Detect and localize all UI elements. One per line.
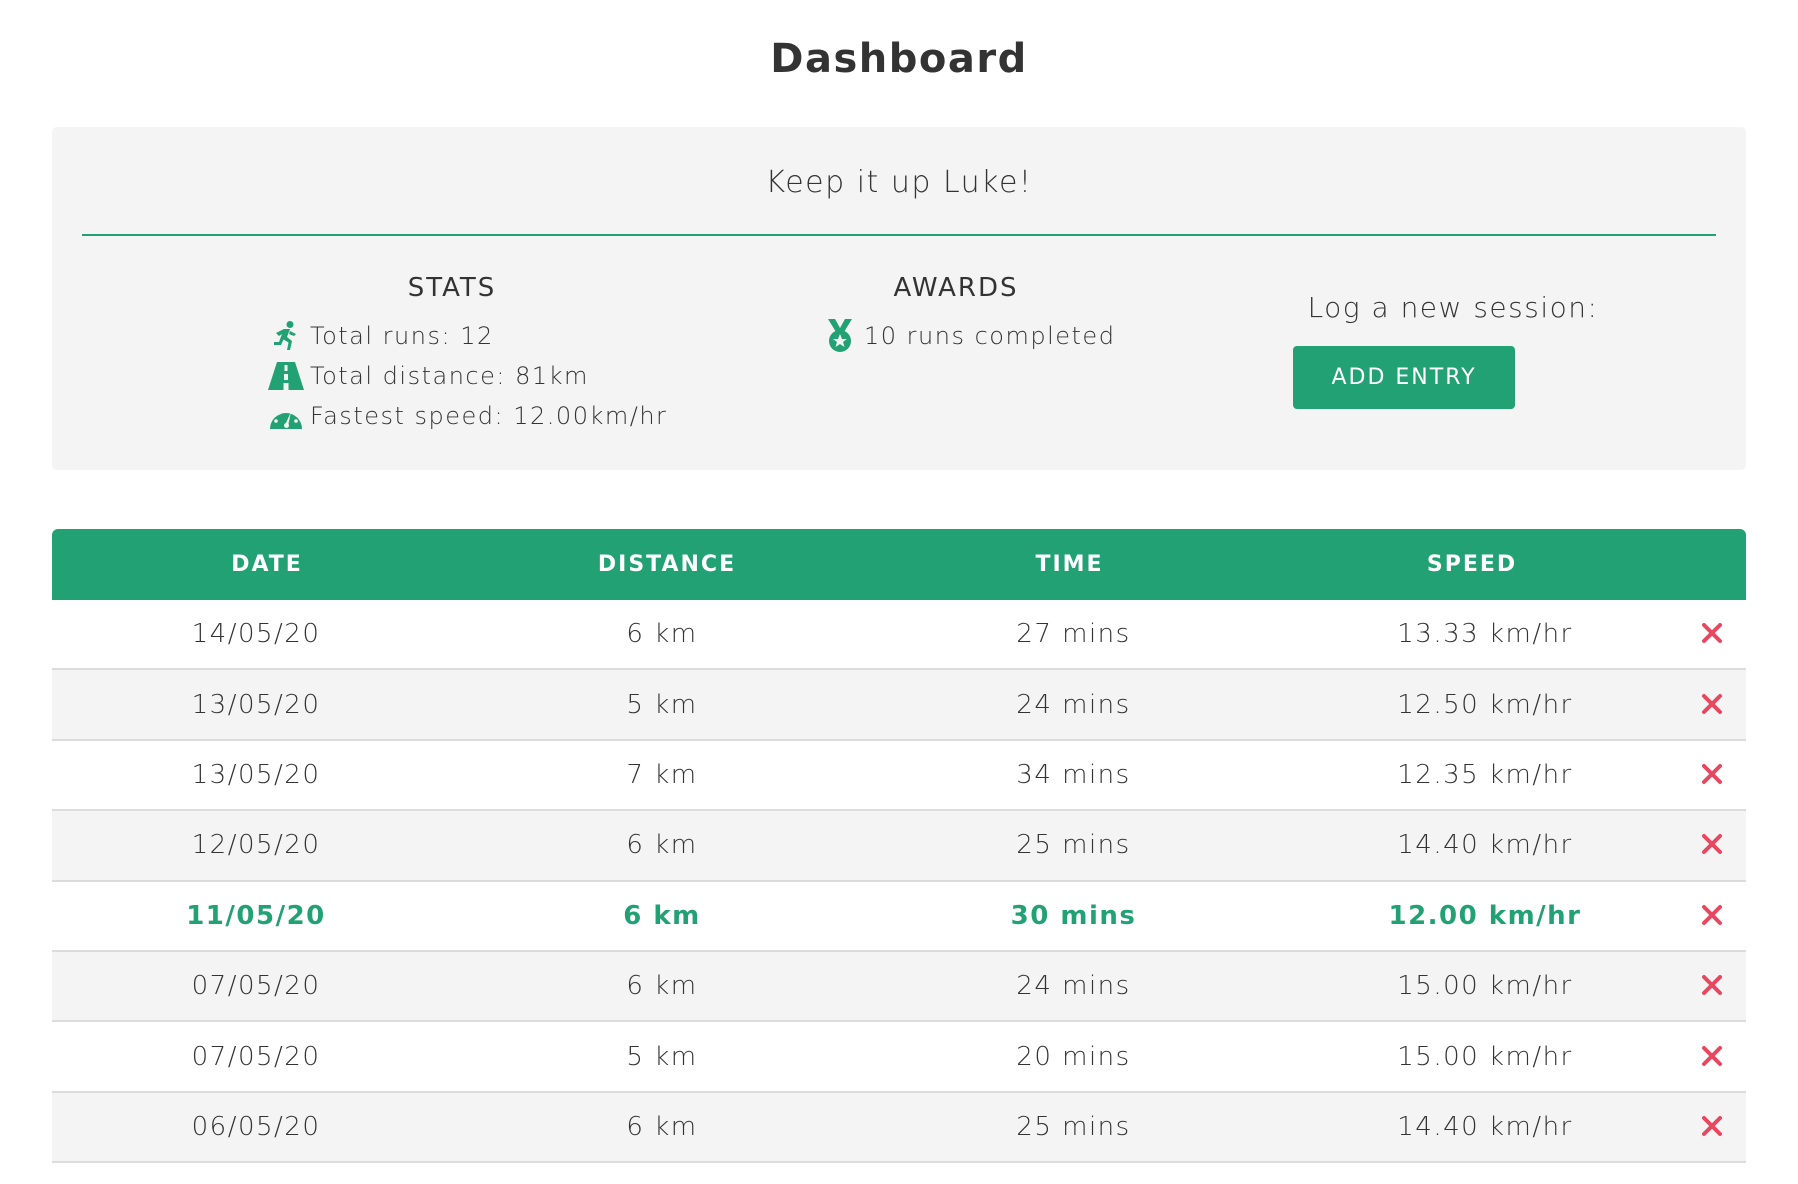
close-icon[interactable] (1696, 758, 1728, 790)
table-row: 07/05/20 6 km 24 mins 15.00 km/hr (52, 951, 1746, 1023)
stats-heading: STATS (407, 273, 497, 303)
delete-cell (1657, 899, 1746, 933)
table-row: 13/05/20 7 km 34 mins 12.35 km/hr (52, 740, 1746, 812)
delete-cell (1657, 1110, 1746, 1144)
cell-speed: 15.00 km/hr (1397, 971, 1573, 1002)
column-header-distance[interactable]: DISTANCE (482, 552, 852, 577)
cell-distance: 6 km (626, 830, 698, 861)
column-header-time[interactable]: TIME (852, 552, 1287, 577)
stat-total-distance-text: Total distance: 81km (310, 362, 589, 390)
close-icon[interactable] (1696, 617, 1728, 649)
table-body: 14/05/20 6 km 27 mins 13.33 km/hr 13/05/20 5 … (52, 600, 1746, 1164)
close-icon[interactable] (1696, 969, 1728, 1001)
delete-cell (1657, 1040, 1746, 1074)
stat-fastest-speed-text: Fastest speed: 12.00km/hr (310, 402, 668, 430)
medal-icon (822, 319, 858, 352)
stat-total-runs-text: Total runs: 12 (310, 322, 494, 350)
cell-speed: 13.33 km/hr (1397, 619, 1573, 650)
cell-speed: 12.00 km/hr (1388, 900, 1582, 931)
cell-date: 07/05/20 (191, 971, 321, 1002)
cell-speed: 15.00 km/hr (1397, 1041, 1573, 1072)
road-icon (268, 360, 304, 392)
summary-card: Keep it up Luke! STATS Total runs: 12 To… (52, 127, 1746, 470)
delete-cell (1657, 758, 1746, 792)
cell-date: 12/05/20 (191, 830, 321, 861)
column-header-date[interactable]: DATE (52, 552, 482, 577)
table-row: 11/05/20 6 km 30 mins 12.00 km/hr (52, 881, 1746, 952)
cell-date: 13/05/20 (191, 689, 321, 720)
close-icon[interactable] (1696, 828, 1728, 860)
cell-distance: 5 km (626, 689, 698, 720)
greeting-message: Keep it up Luke! (765, 165, 1033, 200)
dashboard-page: Dashboard Keep it up Luke! STATS Total r… (0, 0, 1798, 1184)
cell-speed: 12.35 km/hr (1397, 759, 1573, 790)
cell-time: 30 mins (1010, 900, 1137, 931)
close-icon[interactable] (1696, 688, 1728, 720)
cell-time: 34 mins (1016, 759, 1131, 790)
page-title: Dashboard (770, 36, 1028, 82)
table-row: 07/05/20 5 km 20 mins 15.00 km/hr (52, 1022, 1746, 1093)
delete-cell (1657, 688, 1746, 722)
award-item: 10 runs completed (822, 319, 1116, 352)
cell-date: 11/05/20 (186, 900, 326, 931)
awards-heading: AWARDS (893, 273, 1019, 303)
column-header-speed[interactable]: SPEED (1287, 552, 1657, 577)
close-icon[interactable] (1696, 1110, 1728, 1142)
speedometer-icon (268, 400, 304, 432)
cell-date: 07/05/20 (191, 1041, 321, 1072)
cell-distance: 6 km (626, 1111, 698, 1142)
log-session-label: Log a new session: (1307, 291, 1599, 324)
cell-distance: 6 km (626, 619, 698, 650)
cell-time: 24 mins (1016, 971, 1131, 1002)
delete-cell (1657, 969, 1746, 1003)
cell-distance: 5 km (626, 1041, 698, 1072)
award-item-text: 10 runs completed (864, 322, 1116, 350)
cell-time: 24 mins (1016, 689, 1131, 720)
cell-speed: 12.50 km/hr (1397, 689, 1573, 720)
cell-speed: 14.40 km/hr (1397, 1111, 1573, 1142)
cell-date: 14/05/20 (191, 619, 321, 650)
stat-fastest-speed: Fastest speed: 12.00km/hr (268, 400, 667, 432)
cell-distance: 7 km (626, 759, 698, 790)
cell-date: 13/05/20 (191, 759, 321, 790)
stat-total-distance: Total distance: 81km (268, 360, 589, 392)
cell-date: 06/05/20 (191, 1111, 321, 1142)
cell-distance: 6 km (623, 900, 701, 931)
close-icon[interactable] (1696, 899, 1728, 931)
cell-distance: 6 km (626, 971, 698, 1002)
table-row: 14/05/20 6 km 27 mins 13.33 km/hr (52, 600, 1746, 671)
stat-total-runs: Total runs: 12 (268, 320, 494, 352)
cell-time: 20 mins (1016, 1041, 1131, 1072)
table-row: 12/05/20 6 km 25 mins 14.40 km/hr (52, 811, 1746, 882)
cell-time: 27 mins (1016, 619, 1131, 650)
add-entry-button[interactable]: ADD ENTRY (1293, 346, 1515, 409)
table-row: 13/05/20 5 km 24 mins 12.50 km/hr (52, 670, 1746, 741)
table-row: 06/05/20 6 km 25 mins 14.40 km/hr (52, 1092, 1746, 1164)
divider (82, 234, 1716, 236)
cell-time: 25 mins (1016, 830, 1131, 861)
running-person-icon (268, 320, 304, 352)
delete-cell (1657, 828, 1746, 862)
cell-speed: 14.40 km/hr (1397, 830, 1573, 861)
runs-table: DATE DISTANCE TIME SPEED 14/05/20 6 km 27 … (52, 529, 1746, 1164)
delete-cell (1657, 617, 1746, 651)
table-header: DATE DISTANCE TIME SPEED (52, 529, 1746, 600)
cell-time: 25 mins (1016, 1111, 1131, 1142)
close-icon[interactable] (1696, 1040, 1728, 1072)
